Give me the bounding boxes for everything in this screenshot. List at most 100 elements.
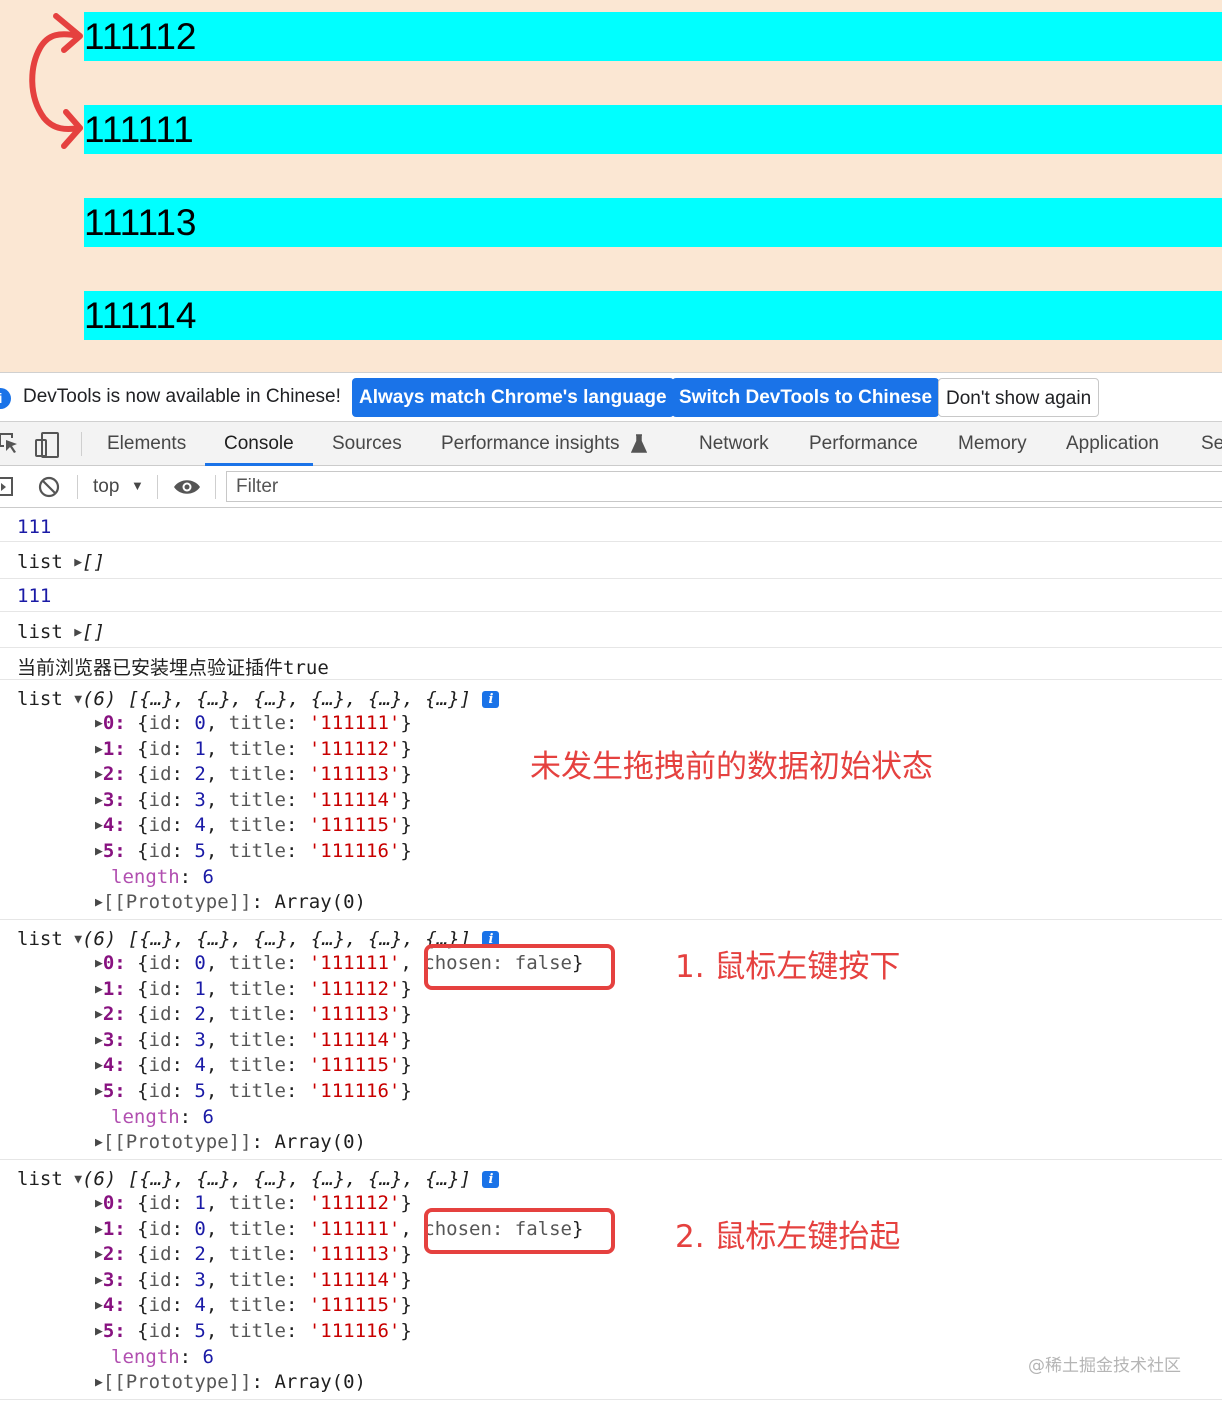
expand-arrow-icon[interactable]: ▶ — [95, 1375, 103, 1390]
always-match-language-button[interactable]: Always match Chrome's language — [352, 378, 674, 417]
expand-arrow-icon[interactable]: ▶ — [95, 1247, 103, 1262]
array-prototype[interactable]: ▶[[Prototype]]: Array(0) — [95, 1371, 366, 1393]
array-entry[interactable]: ▶2: {id: 2, title: '111113'} — [95, 1243, 412, 1265]
drag-item[interactable]: 111111 — [84, 105, 1222, 154]
tab-performance[interactable]: Performance — [809, 422, 918, 466]
context-selector[interactable]: top — [93, 476, 119, 498]
watermark: @稀土掘金技术社区 — [1028, 1356, 1181, 1376]
array-length: length: 6 — [111, 1106, 214, 1128]
tab-console[interactable]: Console — [205, 422, 313, 466]
expand-arrow-icon[interactable]: ▶ — [95, 1058, 103, 1073]
expand-arrow-icon[interactable]: ▶ — [74, 555, 82, 570]
inspect-element-icon[interactable] — [0, 432, 20, 456]
array-entry[interactable]: ▶3: {id: 3, title: '111114'} — [95, 789, 412, 811]
array-summary[interactable]: (6) [{…}, {…}, {…}, {…}, {…}, {…}] — [82, 1168, 471, 1190]
info-badge-icon[interactable]: i — [482, 691, 500, 708]
page-preview: 111112 111111 111113 111114 — [0, 0, 1222, 372]
expand-arrow-icon[interactable]: ▶ — [95, 716, 103, 731]
sidebar-toggle-icon[interactable] — [0, 477, 14, 497]
array-prototype[interactable]: ▶[[Prototype]]: Array(0) — [95, 891, 366, 913]
array-entry[interactable]: ▶2: {id: 2, title: '111113'} — [95, 1003, 412, 1025]
expand-arrow-icon[interactable]: ▶ — [95, 818, 103, 833]
collapse-arrow-icon[interactable]: ▼ — [74, 932, 82, 947]
tab-application[interactable]: Application — [1066, 422, 1159, 466]
annotation-mouse-down: 1. 鼠标左键按下 — [675, 949, 901, 985]
array-summary[interactable]: (6) [{…}, {…}, {…}, {…}, {…}, {…}] — [82, 688, 471, 710]
expand-arrow-icon[interactable]: ▶ — [95, 1033, 103, 1048]
log-line: list ▼(6) [{…}, {…}, {…}, {…}, {…}, {…}]… — [17, 688, 500, 710]
expand-arrow-icon[interactable]: ▶ — [74, 625, 82, 640]
expand-arrow-icon[interactable]: ▶ — [95, 1222, 103, 1237]
dont-show-again-button[interactable]: Don't show again — [938, 378, 1100, 417]
expand-arrow-icon[interactable]: ▶ — [95, 982, 103, 997]
log-label: list — [17, 551, 63, 573]
drag-item[interactable]: 111112 — [84, 12, 1222, 61]
device-toolbar-icon[interactable] — [34, 432, 60, 458]
switch-devtools-chinese-button[interactable]: Switch DevTools to Chinese — [672, 378, 940, 417]
tab-sources[interactable]: Sources — [332, 422, 402, 466]
chevron-down-icon[interactable]: ▼ — [131, 478, 144, 493]
array-entry[interactable]: ▶4: {id: 4, title: '111115'} — [95, 814, 412, 836]
array-entry[interactable]: ▶3: {id: 3, title: '111114'} — [95, 1269, 412, 1291]
array-preview[interactable]: [] — [82, 551, 105, 573]
expand-arrow-icon[interactable]: ▶ — [95, 844, 103, 859]
tab-memory[interactable]: Memory — [958, 422, 1027, 466]
log-label: list — [17, 688, 63, 710]
log-line: list ▶[] — [17, 621, 105, 643]
array-entry[interactable]: ▶0: {id: 1, title: '111112'} — [95, 1192, 412, 1214]
expand-arrow-icon[interactable]: ▶ — [95, 767, 103, 782]
array-summary[interactable]: (6) [{…}, {…}, {…}, {…}, {…}, {…}] — [82, 928, 471, 950]
console-message: list ▶[] — [0, 542, 1222, 579]
array-entry[interactable]: ▶5: {id: 5, title: '111116'} — [95, 840, 412, 862]
drag-item[interactable]: 111113 — [84, 198, 1222, 247]
array-entry[interactable]: ▶4: {id: 4, title: '111115'} — [95, 1054, 412, 1076]
toolbar-divider — [157, 475, 158, 499]
chosen-highlight-box — [424, 1208, 615, 1254]
array-prototype[interactable]: ▶[[Prototype]]: Array(0) — [95, 1131, 366, 1153]
experiment-flask-icon — [631, 434, 647, 453]
toolbar-divider — [81, 432, 82, 456]
array-length: length: 6 — [111, 866, 214, 888]
array-entry[interactable]: ▶1: {id: 1, title: '111112'} — [95, 738, 412, 760]
tab-security[interactable]: Se — [1201, 422, 1222, 466]
array-entry[interactable]: ▶1: {id: 1, title: '111112'} — [95, 978, 412, 1000]
expand-arrow-icon[interactable]: ▶ — [95, 1324, 103, 1339]
array-entry[interactable]: ▶2: {id: 2, title: '111113'} — [95, 763, 412, 785]
tab-network[interactable]: Network — [699, 422, 769, 466]
devtools-tabbar: Elements Console Sources Performance ins… — [0, 422, 1222, 466]
array-entry[interactable]: ▶5: {id: 5, title: '111116'} — [95, 1320, 412, 1342]
array-entry[interactable]: ▶3: {id: 3, title: '111114'} — [95, 1029, 412, 1051]
expand-arrow-icon[interactable]: ▶ — [95, 1273, 103, 1288]
clear-console-icon[interactable] — [38, 476, 60, 498]
drag-item[interactable]: 111114 — [84, 291, 1222, 340]
expand-arrow-icon[interactable]: ▶ — [95, 1084, 103, 1099]
console-message: 当前浏览器已安装埋点验证插件true — [0, 648, 1222, 680]
expand-arrow-icon[interactable]: ▶ — [95, 956, 103, 971]
collapse-arrow-icon[interactable]: ▼ — [74, 1172, 82, 1187]
console-filter-input[interactable] — [226, 471, 1222, 502]
expand-arrow-icon[interactable]: ▶ — [95, 1135, 103, 1150]
array-entry[interactable]: ▶0: {id: 0, title: '111111'} — [95, 712, 412, 734]
expand-arrow-icon[interactable]: ▶ — [95, 1298, 103, 1313]
live-expression-eye-icon[interactable] — [173, 478, 201, 496]
swap-arrow-annotation — [29, 13, 83, 149]
expand-arrow-icon[interactable]: ▶ — [95, 1196, 103, 1211]
infobar-message: DevTools is now available in Chinese! — [23, 386, 341, 407]
tab-performance-insights[interactable]: Performance insights — [441, 422, 619, 466]
expand-arrow-icon[interactable]: ▶ — [95, 895, 103, 910]
log-line: list ▶[] — [17, 551, 105, 573]
array-preview[interactable]: [] — [82, 621, 105, 643]
log-line: list ▼(6) [{…}, {…}, {…}, {…}, {…}, {…}]… — [17, 1168, 500, 1190]
collapse-arrow-icon[interactable]: ▼ — [74, 692, 82, 707]
toolbar-divider — [215, 475, 216, 499]
expand-arrow-icon[interactable]: ▶ — [95, 1007, 103, 1022]
expand-arrow-icon[interactable]: ▶ — [95, 742, 103, 757]
info-badge-icon[interactable]: i — [482, 1171, 500, 1188]
console-message: 111 — [0, 579, 1222, 612]
array-entry[interactable]: ▶5: {id: 5, title: '111116'} — [95, 1080, 412, 1102]
console-toolbar: top ▼ — [0, 466, 1222, 508]
tab-elements[interactable]: Elements — [107, 422, 186, 466]
array-entry[interactable]: ▶4: {id: 4, title: '111115'} — [95, 1294, 412, 1316]
expand-arrow-icon[interactable]: ▶ — [95, 793, 103, 808]
plugin-message: 当前浏览器已安装埋点验证插件true — [17, 657, 329, 679]
